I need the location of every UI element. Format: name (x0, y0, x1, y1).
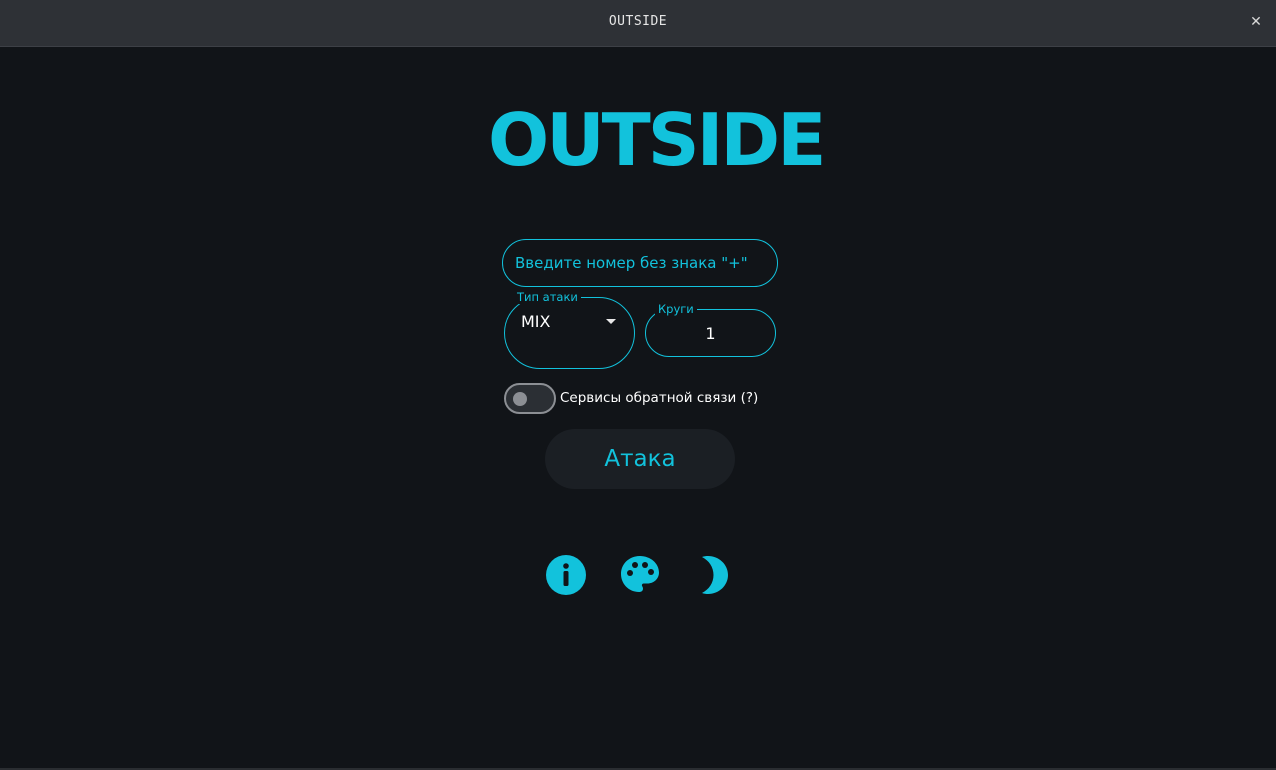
palette-icon[interactable] (618, 553, 662, 597)
phone-number-input[interactable] (515, 240, 765, 286)
phone-number-field[interactable] (502, 239, 778, 287)
attack-type-select[interactable]: Тип атаки MIX (504, 290, 635, 369)
attack-type-label: Тип атаки (514, 290, 581, 304)
rounds-input[interactable] (646, 310, 775, 356)
feedback-services-toggle[interactable] (504, 383, 556, 414)
app-logo: OUTSIDE (488, 98, 826, 182)
feedback-services-label: Сервисы обратной связи (?) (560, 390, 759, 406)
close-icon[interactable]: ✕ (1246, 12, 1266, 32)
feedback-services-row: Сервисы обратной связи (?) (504, 383, 764, 415)
rounds-field[interactable]: Круги (645, 302, 776, 357)
window-titlebar: OUTSIDE ✕ (0, 0, 1276, 47)
window-title: OUTSIDE (608, 14, 668, 29)
dropdown-caret-icon (606, 319, 616, 324)
info-icon[interactable] (544, 553, 588, 597)
attack-type-value: MIX (521, 312, 551, 331)
attack-button[interactable]: Атака (545, 429, 735, 489)
moon-icon[interactable] (690, 553, 734, 597)
toggle-knob (513, 392, 527, 406)
